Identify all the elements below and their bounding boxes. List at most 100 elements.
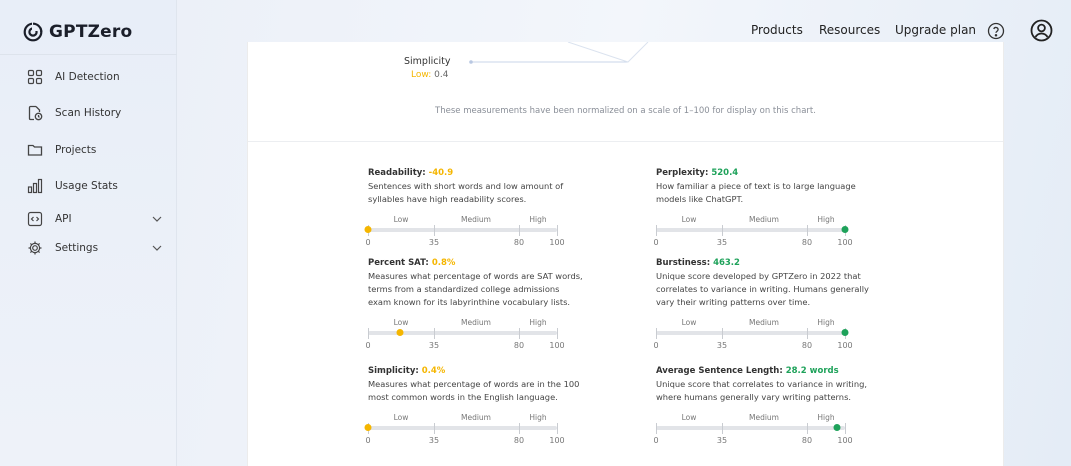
chevron-down-icon[interactable] (151, 242, 163, 254)
sidebar: GPTZero AI Detection Scan History Projec… (0, 0, 177, 466)
scale-tick (434, 423, 435, 434)
scale-tick (656, 225, 657, 236)
metric-description: How familiar a piece of text is to large… (656, 181, 856, 204)
scale-tick-label: 35 (428, 341, 440, 350)
metric-description: Measures what percentage of words are in… (368, 379, 580, 402)
scale-track (368, 228, 557, 232)
scale-label-high: High (529, 318, 547, 327)
scale-tick-label: 80 (801, 238, 813, 247)
scale-tick-label: 80 (513, 341, 525, 350)
metric-name: Average Sentence Length: (656, 366, 783, 376)
results-card: Simplicity Low: 0.4 These measurements h… (247, 42, 1004, 466)
app-name: GPTZero (49, 22, 133, 42)
nav-upgrade-plan[interactable]: Upgrade plan (895, 23, 976, 37)
chevron-down-icon[interactable] (151, 213, 163, 225)
scale-track (656, 331, 845, 335)
scale-tick-label: 100 (837, 238, 853, 247)
scale-track (656, 228, 845, 232)
metric-scale: Low Medium High 0 35 80 100 (364, 215, 573, 251)
sidebar-item-usage-stats[interactable]: Usage Stats (27, 175, 163, 197)
logo[interactable]: GPTZero (23, 19, 132, 45)
bar-chart-icon (27, 178, 43, 194)
scale-label-medium: Medium (461, 413, 491, 422)
sidebar-item-label: Scan History (55, 107, 122, 119)
metric-value: 463.2 (713, 258, 740, 268)
metric-title: Percent SAT: 0.8% (368, 257, 583, 269)
metric-title: Burstiness: 463.2 (656, 257, 871, 269)
radar-axis-number: 0.4 (434, 70, 449, 80)
radar-axis-value: Low: 0.4 (411, 70, 448, 80)
metric-value: 0.8% (431, 258, 456, 268)
metric-name: Simplicity: (368, 366, 419, 376)
scale-label-high: High (529, 413, 547, 422)
scale-tick (656, 328, 657, 339)
scale-tick-label: 80 (801, 436, 813, 445)
scale-tick (845, 423, 846, 434)
scale-track (656, 426, 845, 430)
metric-scale: Low Medium High 0 35 80 100 (653, 318, 861, 354)
scale-marker-dot (396, 329, 404, 336)
nav-products[interactable]: Products (751, 23, 803, 37)
top-bar: Products Resources Upgrade plan (177, 0, 1071, 60)
sidebar-item-label: AI Detection (55, 71, 120, 83)
metric-description: Unique score that correlates to variance… (656, 379, 868, 402)
sidebar-item-label: Settings (55, 242, 99, 254)
scale-marker-dot (364, 424, 372, 431)
scale-label-high: High (817, 413, 835, 422)
metric-block: Readability: -40.9 Sentences with short … (364, 167, 583, 247)
scale-tick-label: 35 (716, 341, 728, 350)
scale-tick-label: 0 (653, 341, 659, 350)
scale-tick (656, 423, 657, 434)
sidebar-item-projects[interactable]: Projects (27, 139, 163, 161)
scale-tick-label: 0 (365, 238, 371, 247)
gear-icon (28, 241, 42, 255)
scale-label-low: Low (681, 318, 697, 327)
scale-tick (519, 423, 520, 434)
metric-name: Readability: (368, 168, 426, 178)
metric-value: -40.9 (428, 168, 454, 178)
metric-name: Perplexity: (656, 168, 709, 178)
scale-label-medium: Medium (461, 318, 491, 327)
scale-label-medium: Medium (749, 215, 779, 224)
scale-label-medium: Medium (749, 318, 779, 327)
scale-label-medium: Medium (749, 413, 779, 422)
metric-block: Simplicity: 0.4% Measures what percentag… (364, 365, 583, 445)
sidebar-item-scan-history[interactable]: Scan History (27, 102, 163, 124)
scale-tick-label: 0 (365, 436, 371, 445)
scale-track (368, 426, 557, 430)
metric-scale: Low Medium High 0 35 80 100 (653, 413, 861, 449)
sidebar-item-label: Usage Stats (55, 180, 118, 192)
scale-tick-label: 80 (513, 238, 525, 247)
metric-scale: Low Medium High 0 35 80 100 (365, 318, 573, 354)
sidebar-item-label: API (55, 213, 72, 225)
scale-tick-label: 0 (653, 238, 659, 247)
metric-name: Burstiness: (656, 258, 711, 268)
scale-marker-dot (833, 424, 841, 431)
metric-title: Simplicity: 0.4% (368, 365, 583, 377)
user-circle-icon[interactable] (1030, 19, 1053, 42)
scale-tick-label: 100 (549, 436, 565, 445)
metric-value: 0.4% (421, 366, 446, 376)
radar-axis-level: Low: (411, 70, 432, 80)
sidebar-divider (0, 54, 177, 55)
nav-resources[interactable]: Resources (819, 23, 880, 37)
metric-title: Readability: -40.9 (368, 167, 583, 179)
metric-value: 28.2 words (785, 366, 839, 376)
scale-tick (557, 225, 558, 236)
normalization-note: These measurements have been normalized … (435, 106, 816, 116)
scale-tick (519, 225, 520, 236)
sidebar-item-label: Projects (55, 144, 97, 156)
scale-tick-label: 35 (428, 436, 440, 445)
sidebar-item-ai-detection[interactable]: AI Detection (27, 66, 163, 88)
scale-tick (434, 225, 435, 236)
grid-icon (27, 69, 43, 85)
sidebar-item-settings[interactable]: Settings (27, 237, 163, 259)
scale-label-low: Low (393, 318, 409, 327)
scale-label-high: High (817, 318, 835, 327)
metric-value: 520.4 (711, 168, 739, 178)
sidebar-item-api[interactable]: API (27, 208, 163, 230)
scale-label-high: High (817, 215, 835, 224)
scale-tick-label: 0 (653, 436, 659, 445)
scale-tick (434, 328, 435, 339)
help-circle-icon[interactable] (987, 22, 1005, 40)
